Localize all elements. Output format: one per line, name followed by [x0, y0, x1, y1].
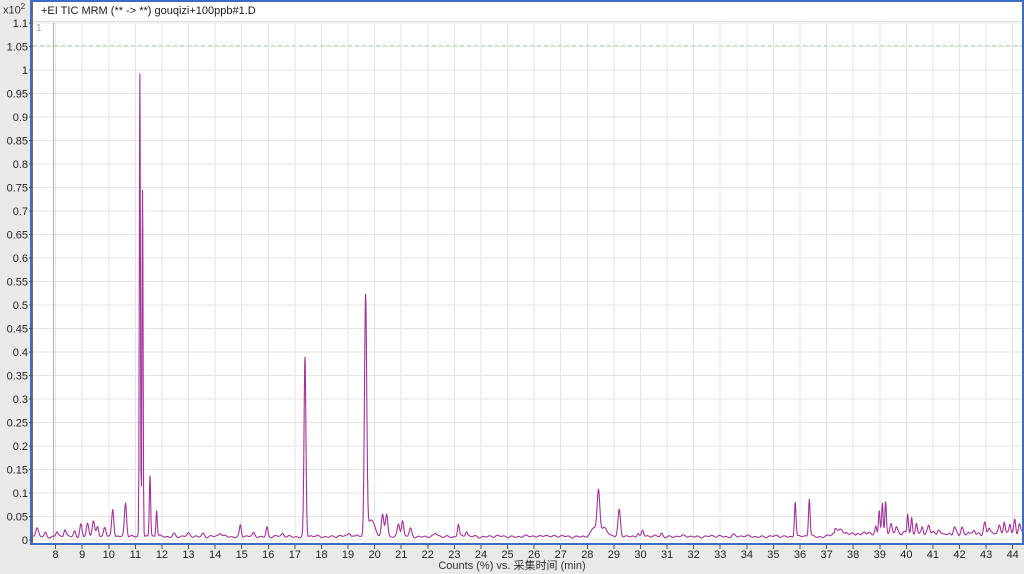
svg-text:1.1: 1.1: [13, 18, 28, 30]
svg-text:0.8: 0.8: [13, 159, 28, 171]
svg-text:0.75: 0.75: [7, 183, 28, 195]
svg-text:0.5: 0.5: [13, 300, 28, 312]
x-axis-title: Counts (%) vs. 采集时间 (min): [438, 560, 586, 572]
chromatogram-pane[interactable]: +EI TIC MRM (** -> **) gouqizi+100ppb#1.…: [30, 0, 1024, 545]
svg-text:0: 0: [22, 535, 28, 547]
svg-text:0.2: 0.2: [13, 441, 28, 453]
svg-text:0.65: 0.65: [7, 230, 28, 242]
svg-text:0.25: 0.25: [7, 418, 28, 430]
svg-text:0.45: 0.45: [7, 324, 28, 336]
chromatogram-title[interactable]: +EI TIC MRM (** -> **) gouqizi+100ppb#1.…: [34, 2, 1022, 22]
svg-text:1: 1: [22, 65, 28, 77]
svg-text:0.35: 0.35: [7, 371, 28, 383]
svg-text:0.05: 0.05: [7, 512, 28, 524]
segment-number-label: 1: [36, 23, 42, 34]
pane-frame: +EI TIC MRM (** -> **) gouqizi+100ppb#1.…: [32, 2, 1022, 543]
svg-text:0.1: 0.1: [13, 488, 28, 500]
svg-text:0.9: 0.9: [13, 112, 28, 124]
svg-text:0.55: 0.55: [7, 277, 28, 289]
svg-text:0.4: 0.4: [13, 347, 28, 359]
svg-text:0.3: 0.3: [13, 394, 28, 406]
svg-text:0.6: 0.6: [13, 253, 28, 265]
svg-text:0.7: 0.7: [13, 206, 28, 218]
svg-text:0.95: 0.95: [7, 89, 28, 101]
svg-text:1.05: 1.05: [7, 42, 28, 54]
svg-text:0.85: 0.85: [7, 136, 28, 148]
svg-text:0.15: 0.15: [7, 465, 28, 477]
y-axis-exponent-label: x102: [3, 2, 26, 17]
